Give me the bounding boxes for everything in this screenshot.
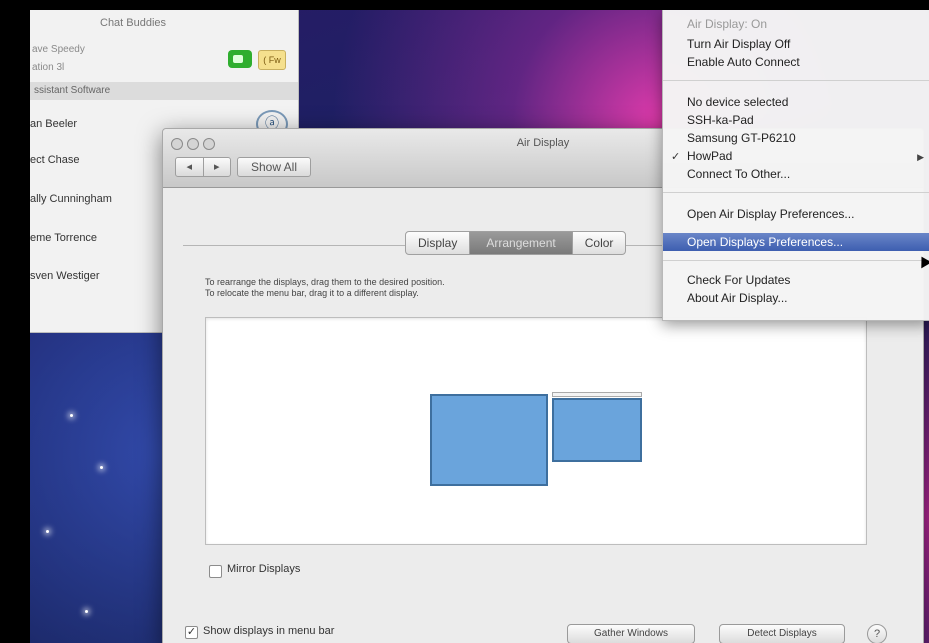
gather-windows-button[interactable]: Gather Windows (567, 624, 695, 643)
nav-back-forward[interactable]: ◂ ▸ (175, 157, 231, 177)
star (46, 530, 49, 533)
air-display-menu: Air Display: On Turn Air Display Off Ena… (662, 10, 929, 321)
menu-item-connect-other[interactable]: Connect To Other... (687, 166, 790, 182)
menu-item-open-air-display-prefs[interactable]: Open Air Display Preferences... (687, 206, 854, 222)
buddy-list-title: Chat Buddies (100, 17, 167, 29)
tab-color[interactable]: Color (573, 232, 626, 254)
tab-bar: Display Arrangement Color (405, 231, 627, 255)
menu-device-item[interactable]: SSH-ka-Pad (687, 112, 754, 128)
tab-display[interactable]: Display (406, 232, 471, 254)
tab-arrangement[interactable]: Arrangement (470, 232, 573, 254)
submenu-arrow-icon: ▶ (917, 152, 924, 162)
menu-device-item-selected[interactable]: HowPad (687, 148, 732, 164)
menu-item-open-displays-prefs[interactable]: Open Displays Preferences... (687, 234, 843, 250)
help-button[interactable]: ? (867, 624, 887, 643)
star (70, 414, 73, 417)
star (85, 610, 88, 613)
status-badge[interactable]: ( Fw (258, 50, 286, 70)
menu-item-auto-connect[interactable]: Enable Auto Connect (687, 54, 800, 70)
buddy-list-item[interactable]: an Beeler (30, 118, 77, 130)
menu-separator (663, 192, 929, 193)
forward-arrow-icon[interactable]: ▸ (204, 158, 231, 176)
checkmark-icon: ✓ (671, 151, 681, 163)
main-display-thumbnail[interactable] (430, 394, 548, 486)
star (100, 466, 103, 469)
menu-separator (663, 260, 929, 261)
back-arrow-icon[interactable]: ◂ (176, 158, 204, 176)
display-arrangement-area (205, 317, 867, 545)
buddy-sub-status: ation 3l (32, 62, 65, 73)
buddy-list-item[interactable]: ect Chase (30, 154, 80, 166)
buddy-list-item[interactable]: sven Westiger (30, 270, 100, 282)
detect-displays-button[interactable]: Detect Displays (719, 624, 845, 643)
secondary-display-thumbnail[interactable] (552, 392, 642, 462)
buddy-list-item[interactable]: eme Torrence (30, 232, 97, 244)
menu-status-header: Air Display: On (687, 17, 768, 31)
buddy-list-item[interactable]: ally Cunningham (30, 193, 112, 205)
show-in-menu-bar-checkbox[interactable]: ✓ (185, 626, 198, 639)
show-all-button[interactable]: Show All (237, 157, 311, 177)
mirror-displays-checkbox[interactable] (209, 565, 222, 578)
instruction-line: To rearrange the displays, drag them to … (205, 277, 445, 287)
buddy-group-header[interactable]: ssistant Software (30, 82, 298, 100)
menu-device-item[interactable]: Samsung GT-P6210 (687, 130, 796, 146)
mirror-displays-label: Mirror Displays (227, 563, 301, 575)
desktop-screen: Chat Buddies ave Speedy ation 3l ( Fw ss… (30, 10, 929, 643)
arrangement-instructions: To rearrange the displays, drag them to … (205, 277, 445, 299)
menu-separator (663, 80, 929, 81)
menu-item-check-updates[interactable]: Check For Updates (687, 272, 790, 288)
facetime-icon[interactable] (228, 50, 252, 68)
menu-item-about[interactable]: About Air Display... (687, 290, 788, 306)
instruction-line: To relocate the menu bar, drag it to a d… (205, 288, 419, 298)
menu-no-device: No device selected (687, 95, 789, 109)
buddy-status-text[interactable]: ave Speedy (32, 44, 85, 55)
show-in-menu-bar-label: Show displays in menu bar (203, 625, 335, 637)
menu-item-turn-off[interactable]: Turn Air Display Off (687, 36, 790, 52)
